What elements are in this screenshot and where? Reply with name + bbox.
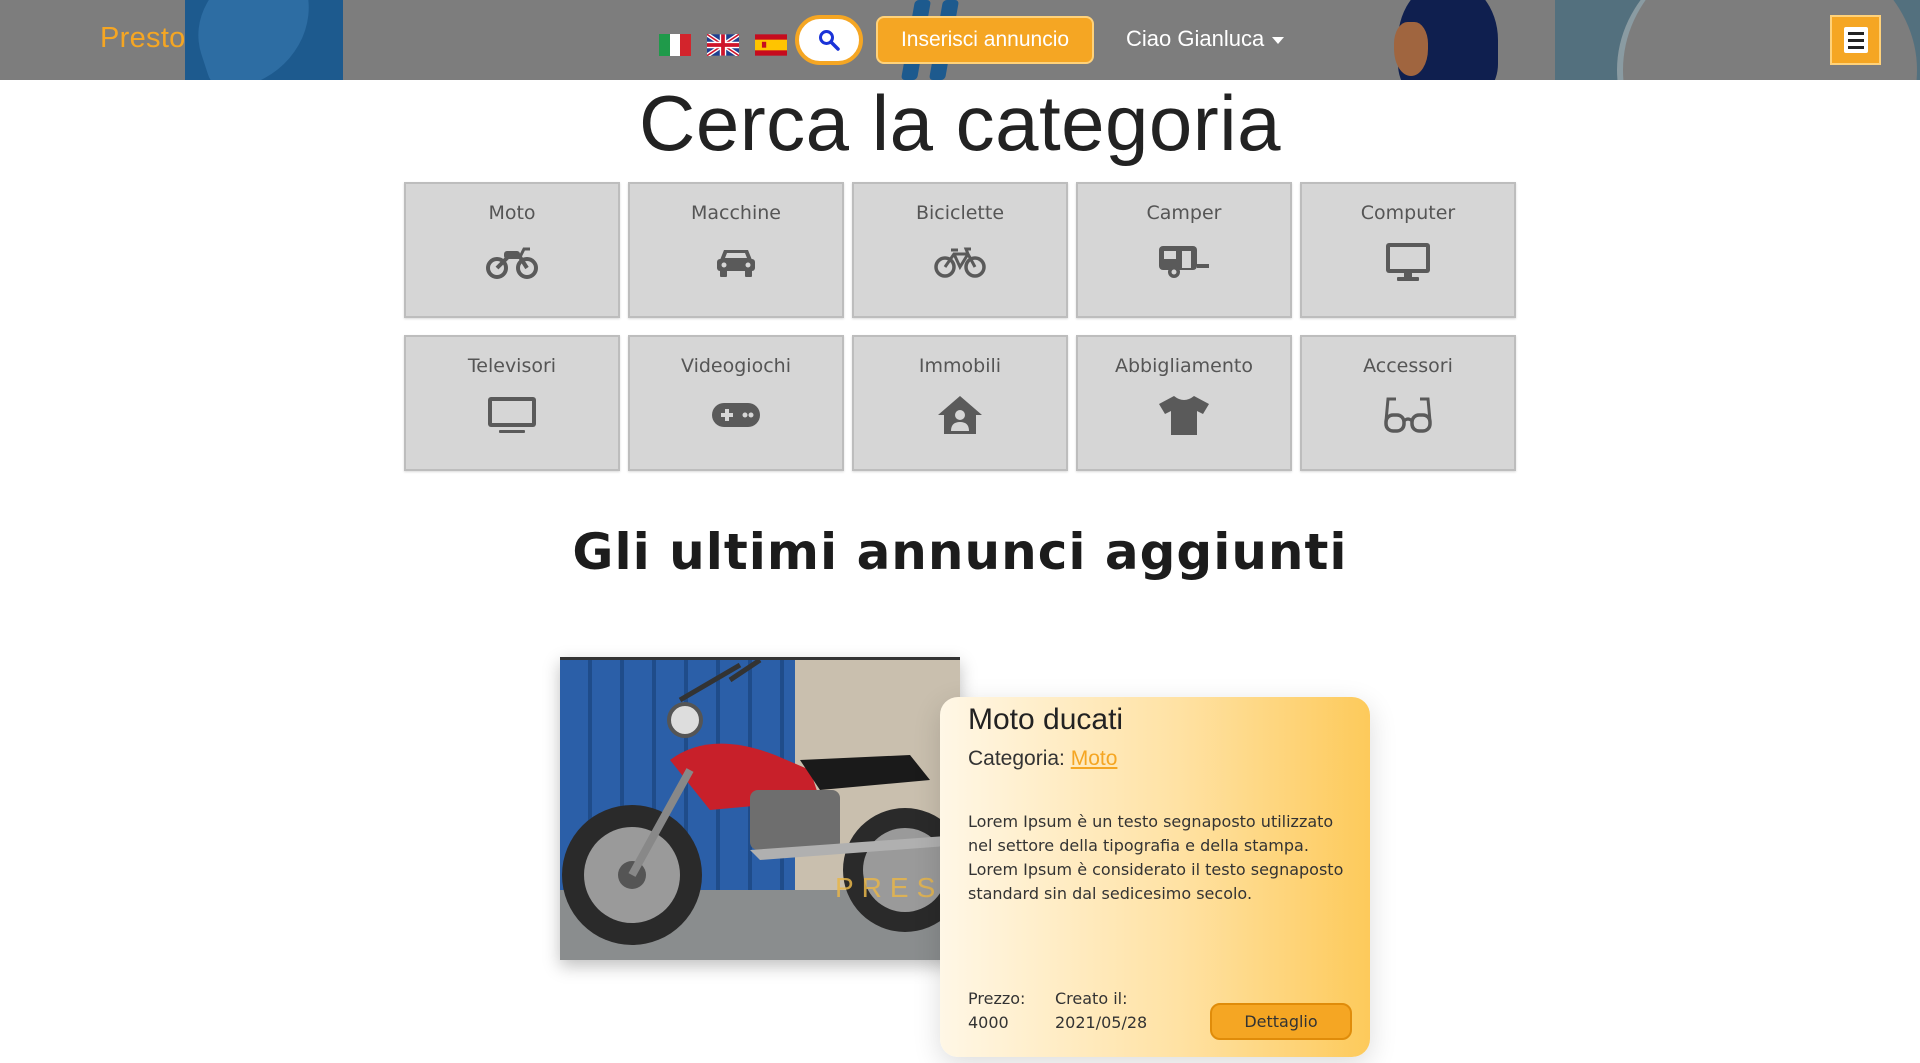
category-label: Immobili <box>918 355 1002 377</box>
ad-price: Prezzo: 4000 <box>968 987 1025 1035</box>
hamburger-icon <box>1843 27 1868 53</box>
navbar-decoration-person <box>1390 0 1510 80</box>
insert-ad-button[interactable]: Inserisci annuncio <box>876 16 1094 64</box>
category-grid: Moto Macchine Biciclette Camper Computer… <box>404 182 1517 471</box>
gamepad-icon <box>712 403 760 427</box>
ad-created-value: 2021/05/28 <box>1055 1013 1148 1032</box>
glasses-icon <box>1384 397 1432 433</box>
house-user-icon <box>938 396 982 434</box>
ad-card: Moto ducati Categoria: Moto Lorem Ipsum … <box>940 697 1370 1057</box>
category-label: Abbigliamento <box>1115 355 1253 377</box>
tv-icon <box>488 397 536 433</box>
motorcycle-icon <box>486 247 538 279</box>
latest-ads-title: Gli ultimi annunci aggiunti <box>572 523 1348 581</box>
category-tile-macchine[interactable]: Macchine <box>628 182 844 318</box>
flag-uk-icon[interactable] <box>707 34 739 56</box>
ad-price-value: 4000 <box>968 1013 1009 1032</box>
category-tile-moto[interactable]: Moto <box>404 182 620 318</box>
search-button[interactable] <box>795 15 863 65</box>
category-label: Televisori <box>467 355 557 377</box>
car-icon <box>717 250 755 277</box>
tshirt-icon <box>1159 396 1209 435</box>
detail-button[interactable]: Dettaglio <box>1210 1003 1352 1040</box>
ad-category-link[interactable]: Moto <box>1071 747 1118 770</box>
caravan-icon <box>1159 246 1209 278</box>
ad-created: Creato il: 2021/05/28 <box>1055 987 1147 1035</box>
category-tile-videogiochi[interactable]: Videogiochi <box>628 335 844 471</box>
category-label: Macchine <box>691 202 781 224</box>
category-label: Camper <box>1146 202 1222 224</box>
category-label: Videogiochi <box>681 355 791 377</box>
ad-category: Categoria: Moto <box>968 747 1118 770</box>
category-tile-abbigliamento[interactable]: Abbigliamento <box>1076 335 1292 471</box>
search-icon <box>819 30 840 51</box>
user-greeting: Ciao Gianluca <box>1126 26 1265 51</box>
bicycle-icon <box>934 247 986 278</box>
brand-logo[interactable]: Presto <box>100 22 186 55</box>
motorcycle-photo <box>562 660 960 945</box>
categories-title: Cerca la categoria <box>639 79 1281 167</box>
desktop-icon <box>1386 243 1430 281</box>
user-dropdown[interactable]: Ciao Gianluca <box>1126 26 1285 52</box>
navbar: Presto Inserisci annuncio Ciao Gianluca <box>0 0 1920 80</box>
category-label: Moto <box>488 202 536 224</box>
category-tile-biciclette[interactable]: Biciclette <box>852 182 1068 318</box>
ad-title: Moto ducati <box>968 703 1124 736</box>
ad-photo[interactable]: PRESTO <box>560 657 960 960</box>
category-tile-computer[interactable]: Computer <box>1300 182 1516 318</box>
flag-italy-icon[interactable] <box>659 34 692 56</box>
category-label: Accessori <box>1363 355 1453 377</box>
navbar-decoration-leaf <box>185 0 343 80</box>
category-tile-camper[interactable]: Camper <box>1076 182 1292 318</box>
category-tile-immobili[interactable]: Immobili <box>852 335 1068 471</box>
category-label: Computer <box>1360 202 1456 224</box>
category-tile-televisori[interactable]: Televisori <box>404 335 620 471</box>
category-label: Biciclette <box>915 202 1005 224</box>
caret-down-icon <box>1272 36 1285 44</box>
flag-spain-icon[interactable] <box>755 34 787 56</box>
menu-button[interactable] <box>1830 15 1881 65</box>
ad-description: Lorem Ipsum è un testo segnaposto utiliz… <box>968 812 1344 903</box>
category-tile-accessori[interactable]: Accessori <box>1300 335 1516 471</box>
